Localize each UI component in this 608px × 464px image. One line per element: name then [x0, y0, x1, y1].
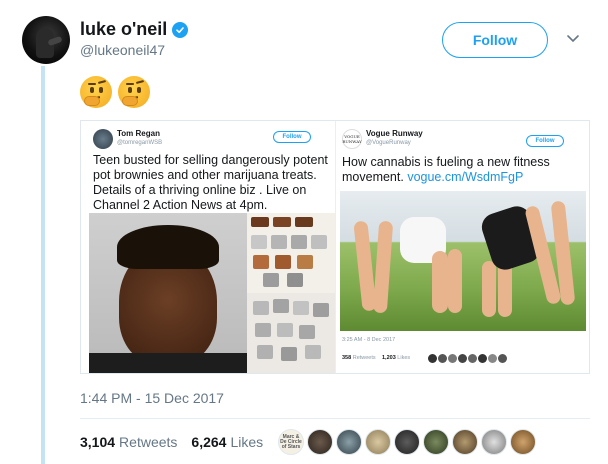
yoga-photo — [340, 191, 586, 331]
author-handle[interactable]: @lukeoneil47 — [80, 42, 165, 58]
likes-count: 6,264 — [191, 434, 227, 450]
embedded-retweets-count: 358 — [342, 355, 352, 361]
embedded-link: vogue.cm/WsdmFgP — [407, 170, 524, 184]
embedded-follow-button: Follow — [526, 135, 564, 147]
embedded-retweets: 358 Retweets — [342, 355, 376, 361]
brownies-image — [247, 213, 335, 293]
thinking-face-icon — [118, 76, 150, 108]
retweets-label: Retweets — [119, 434, 178, 450]
embedded-handle: @VogueRunway — [366, 140, 411, 146]
embedded-timestamp: 3:25 AM - 8 Dec 2017 — [342, 337, 396, 343]
author-avatar[interactable] — [22, 16, 70, 64]
embedded-handle: @tomreganWSB — [117, 140, 163, 146]
embedded-liker-avatar — [488, 354, 497, 363]
retweets-stat[interactable]: 3,104 Retweets — [80, 434, 177, 450]
tweet-photo[interactable]: Tom Regan @tomreganWSB Follow Teen buste… — [80, 120, 590, 374]
embedded-retweets-label: Retweets — [352, 355, 376, 361]
likes-label: Likes — [230, 434, 264, 450]
verified-badge-icon — [172, 21, 189, 38]
tweet-stats: 3,104 Retweets 6,264 Likes — [80, 434, 277, 450]
retweets-count: 3,104 — [80, 434, 116, 450]
author-name-row[interactable]: luke o'neil — [80, 19, 189, 40]
embedded-likes-count: 1,203 — [382, 355, 396, 361]
embedded-liker-avatar — [468, 354, 477, 363]
embedded-follow-button: Follow — [273, 131, 311, 143]
liker-avatar[interactable] — [452, 429, 478, 455]
tweet-text — [80, 76, 150, 108]
divider — [80, 418, 590, 419]
embedded-liker-avatar — [438, 354, 447, 363]
author-name[interactable]: luke o'neil — [80, 19, 167, 40]
chevron-down-icon[interactable] — [566, 34, 580, 44]
packaged-treats-image — [247, 293, 335, 373]
liker-avatar[interactable] — [365, 429, 391, 455]
embedded-liker-avatar — [448, 354, 457, 363]
follow-button[interactable]: Follow — [442, 22, 548, 58]
embedded-liker-avatar — [458, 354, 467, 363]
embedded-name: Vogue Runway — [366, 129, 423, 138]
thread-line — [41, 66, 45, 464]
liker-avatar[interactable] — [394, 429, 420, 455]
embedded-liker-avatar — [478, 354, 487, 363]
tweet-timestamp[interactable]: 1:44 PM - 15 Dec 2017 — [80, 390, 224, 406]
mugshot-image — [89, 213, 247, 373]
embedded-liker-avatar — [428, 354, 437, 363]
thinking-face-icon — [80, 76, 112, 108]
liker-avatar[interactable] — [307, 429, 333, 455]
embedded-text: How cannabis is fueling a new fitness mo… — [342, 155, 582, 185]
likes-stat[interactable]: 6,264 Likes — [191, 434, 263, 450]
liker-avatar[interactable] — [510, 429, 536, 455]
embedded-avatar — [93, 129, 113, 149]
embedded-tweet-vogue-runway: VOGUE RUNWAY Vogue Runway @VogueRunway F… — [335, 121, 589, 373]
vogue-logo: VOGUE RUNWAY — [342, 129, 362, 149]
embedded-likes: 1,203 Likes — [382, 355, 410, 361]
liker-avatar[interactable]: Marc & De Circle of Stars — [278, 429, 304, 455]
embedded-liker-avatar — [498, 354, 507, 363]
embedded-name: Tom Regan — [117, 129, 160, 138]
embedded-tweet-tom-regan: Tom Regan @tomreganWSB Follow Teen buste… — [85, 121, 335, 373]
liker-avatar[interactable] — [336, 429, 362, 455]
liker-avatars: Marc & De Circle of Stars — [278, 429, 536, 455]
liker-avatar[interactable] — [423, 429, 449, 455]
embedded-text: Teen busted for selling dangerously pote… — [93, 153, 328, 212]
embedded-likes-label: Likes — [397, 355, 411, 361]
liker-avatar[interactable] — [481, 429, 507, 455]
